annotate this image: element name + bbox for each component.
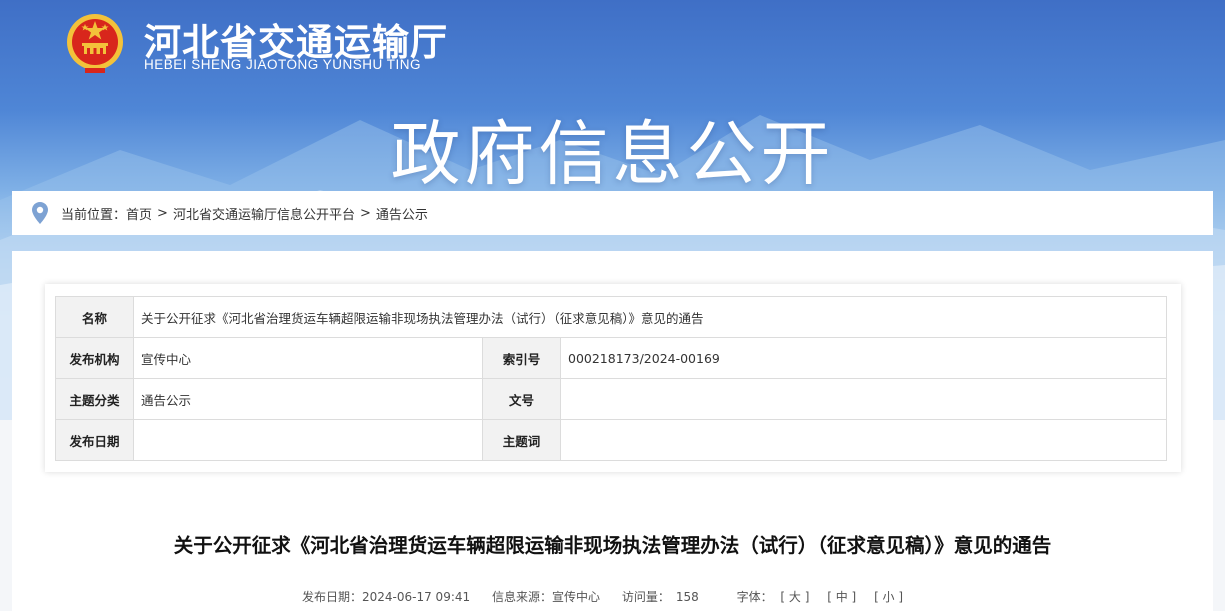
location-pin-icon — [32, 202, 48, 224]
breadcrumb-prefix: 当前位置： — [61, 207, 127, 223]
index-label: 索引号 — [482, 337, 561, 379]
font-size-label: 字体： — [736, 590, 773, 604]
doc-no-value — [560, 378, 1167, 420]
article-title: 关于公开征求《河北省治理货运车辆超限运输非现场执法管理办法（试行）（征求意见稿）… — [173, 534, 1052, 557]
name-value: 关于公开征求《河北省治理货运车辆超限运输非现场执法管理办法（试行）（征求意见稿）… — [133, 296, 1167, 338]
keyword-label: 主题词 — [482, 419, 561, 461]
breadcrumb-separator: > — [359, 205, 371, 221]
national-emblem-icon — [63, 12, 127, 76]
name-label: 名称 — [55, 296, 134, 338]
font-large-button[interactable]: [ 大 ] — [780, 590, 809, 604]
date-value — [133, 419, 483, 461]
font-small-button[interactable]: [ 小 ] — [874, 590, 903, 604]
article-meta-line: 发布日期：2024-06-17 09:41 信息来源：宣传中心 访问量： 158 … — [302, 588, 917, 605]
index-value: 000218173/2024-00169 — [560, 337, 1167, 379]
category-value: 通告公示 — [133, 378, 483, 420]
table-row: 发布机构 宣传中心 索引号 000218173/2024-00169 — [55, 337, 1167, 379]
metadata-panel: 名称 关于公开征求《河北省治理货运车辆超限运输非现场执法管理办法（试行）（征求意… — [45, 284, 1181, 472]
font-medium-button[interactable]: [ 中 ] — [827, 590, 856, 604]
breadcrumb-separator: > — [157, 205, 168, 221]
table-row: 主题分类 通告公示 文号 — [55, 378, 1167, 420]
main-content: 名称 关于公开征求《河北省治理货运车辆超限运输非现场执法管理办法（试行）（征求意… — [12, 251, 1213, 611]
publisher-value: 宣传中心 — [133, 337, 483, 379]
breadcrumb: 当前位置： 首页 > 河北省交通运输厅信息公开平台 > 通告公示 — [12, 191, 1213, 235]
table-row: 名称 关于公开征求《河北省治理货运车辆超限运输非现场执法管理办法（试行）（征求意… — [55, 296, 1167, 338]
info-source: 信息来源：宣传中心 — [491, 590, 600, 604]
keyword-value — [560, 419, 1167, 461]
views-label: 访问量： — [621, 590, 670, 604]
site-pinyin: HEBEI SHENG JIAOTONG YUNSHU TING — [144, 57, 422, 72]
table-row: 发布日期 主题词 — [55, 419, 1167, 461]
views-count: 158 — [675, 590, 699, 604]
page-heading: 政府信息公开 — [390, 113, 835, 195]
breadcrumb-category-link[interactable]: 通告公示 — [376, 204, 428, 223]
date-label: 发布日期 — [55, 419, 134, 461]
publisher-label: 发布机构 — [55, 337, 134, 379]
publish-date: 发布日期：2024-06-17 09:41 — [302, 590, 471, 604]
breadcrumb-home-link[interactable]: 首页 — [126, 204, 152, 223]
breadcrumb-platform-link[interactable]: 河北省交通运输厅信息公开平台 — [173, 204, 355, 223]
category-label: 主题分类 — [55, 378, 134, 420]
doc-no-label: 文号 — [482, 378, 561, 420]
metadata-table: 名称 关于公开征求《河北省治理货运车辆超限运输非现场执法管理办法（试行）（征求意… — [55, 296, 1167, 461]
